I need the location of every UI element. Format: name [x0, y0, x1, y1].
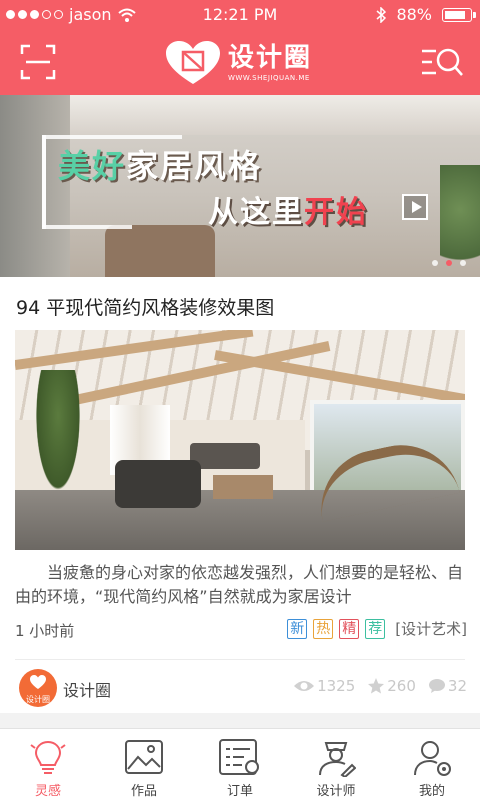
lightbulb-icon	[30, 740, 66, 774]
profile-icon	[414, 741, 451, 776]
status-bar: jason 12:21 PM 88%	[0, 0, 480, 30]
logo-url: WWW.SHEJIQUAN.ME	[228, 74, 310, 82]
eye-icon	[294, 681, 315, 691]
banner-pager	[432, 260, 466, 266]
divider	[15, 659, 465, 660]
nav-bar: 设计圈 WWW.SHEJIQUAN.ME	[0, 30, 480, 95]
post-footer: 设计圈 设计圈 1325 260 32	[15, 667, 467, 707]
app-logo: 设计圈 WWW.SHEJIQUAN.ME	[164, 38, 312, 88]
tab-designers[interactable]: 设计师	[288, 729, 384, 800]
tab-mine[interactable]: 我的	[384, 729, 480, 800]
post-title[interactable]: 94 平现代简约风格装修效果图	[16, 293, 274, 320]
likes-stat[interactable]: 260	[367, 677, 416, 695]
tab-label: 灵感	[34, 784, 61, 799]
tab-works[interactable]: 作品	[96, 729, 192, 800]
menu-search-icon[interactable]	[420, 44, 464, 80]
author-name[interactable]: 设计圈	[63, 677, 111, 701]
star-icon	[368, 678, 385, 694]
scan-icon[interactable]	[20, 44, 56, 80]
pager-dot[interactable]	[446, 260, 452, 266]
tab-label: 订单	[226, 784, 253, 799]
status-right: 88%	[376, 5, 476, 24]
author-avatar[interactable]: 设计圈	[19, 669, 57, 707]
avatar-heart-icon	[30, 675, 46, 689]
post-description: 当疲惫的身心对家的依恋越发强烈，人们想要的是轻松、自由的环境，“现代简约风格”自…	[15, 563, 464, 606]
tag-best: 精	[339, 618, 360, 639]
image-icon	[125, 740, 163, 774]
tag-recommended: 荐	[365, 618, 386, 639]
battery-icon	[442, 7, 476, 22]
pager-dot[interactable]	[432, 260, 438, 266]
designer-icon	[319, 742, 356, 777]
tab-inspiration[interactable]: 灵感	[0, 729, 96, 800]
pager-dot[interactable]	[460, 260, 466, 266]
post-stats: 1325 260 32	[293, 677, 467, 695]
order-list-icon	[219, 739, 259, 775]
bluetooth-icon	[376, 6, 387, 23]
bottom-tab-bar: 灵感 作品 订单 设计师 我的	[0, 728, 480, 800]
post-card[interactable]: 94 平现代简约风格装修效果图 当疲惫的身心对家的依恋越发强烈，人们想要的是轻松…	[0, 277, 480, 713]
tag-hot: 热	[313, 618, 334, 639]
tag-new: 新	[287, 618, 308, 639]
banner-subheadline: 从这里开始	[208, 195, 368, 230]
logo-heart-icon	[166, 41, 220, 84]
tab-label: 作品	[130, 784, 157, 799]
post-meta: 1 小时前 新 热 精 荐 [设计艺术]	[15, 618, 467, 642]
logo-title: 设计圈	[228, 43, 313, 73]
comment-icon	[428, 679, 445, 693]
tab-label: 设计师	[316, 784, 356, 799]
app-header: jason 12:21 PM 88% 设计圈 WWW.SHEJIQUAN.ME	[0, 0, 480, 95]
promo-banner[interactable]: 美好家居风格 从这里开始	[0, 95, 480, 277]
post-tags: 新 热 精 荐 [设计艺术]	[287, 618, 467, 639]
avatar-label: 设计圈	[26, 695, 50, 704]
post-category[interactable]: [设计艺术]	[395, 618, 467, 639]
comments-stat[interactable]: 32	[428, 677, 467, 695]
post-time: 1 小时前	[15, 622, 75, 640]
battery-percent: 88%	[396, 5, 432, 24]
banner-headline: 美好家居风格	[58, 147, 263, 185]
views-stat: 1325	[293, 677, 355, 695]
play-icon[interactable]	[402, 194, 428, 220]
banner-chair-image	[105, 225, 215, 277]
tab-label: 我的	[418, 784, 445, 799]
post-image[interactable]	[15, 330, 465, 550]
tab-orders[interactable]: 订单	[192, 729, 288, 800]
